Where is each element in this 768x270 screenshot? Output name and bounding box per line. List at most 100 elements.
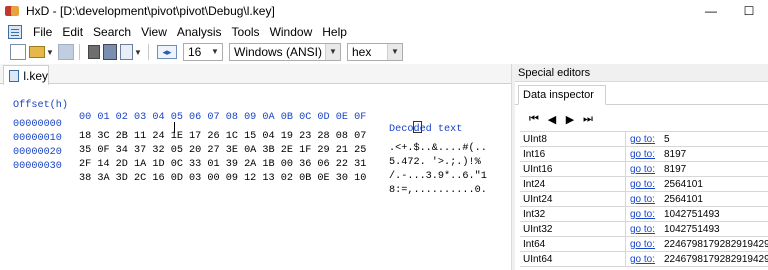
new-file-icon[interactable] (10, 44, 26, 60)
menu-edit[interactable]: Edit (57, 22, 88, 42)
type-name: UInt8 (523, 134, 547, 145)
column-divider (625, 207, 626, 222)
menu-help[interactable]: Help (317, 22, 352, 42)
table-row[interactable]: Int32 go to: 1042751493 (520, 207, 768, 222)
hex-editor-pane: l.key Offset(h) 00 01 02 03 04 05 06 07 … (0, 64, 511, 270)
bytes-per-row-select[interactable]: 16 ▼ (183, 43, 223, 61)
hex-row[interactable]: 00000000 18 3C 2B 11 24 1E 17 26 1C 15 0… (0, 107, 487, 154)
window-controls: — ☐ (692, 0, 768, 22)
data-inspector-table: UInt8 go to: 5 Int16 go to: 8197 UInt16 … (520, 131, 768, 267)
menu-search[interactable]: Search (88, 22, 136, 42)
open-dropdown-chevron-icon[interactable]: ▼ (46, 48, 55, 57)
type-value[interactable]: 2246798179282919429 (664, 252, 768, 267)
column-divider (625, 147, 626, 162)
type-value[interactable]: 2564101 (664, 177, 768, 192)
chevron-down-icon[interactable]: ▼ (325, 44, 340, 60)
goto-link[interactable]: go to: (630, 177, 660, 192)
save-icon[interactable] (58, 44, 74, 60)
type-value[interactable]: 2564101 (664, 192, 768, 207)
open-memory-icon[interactable] (103, 44, 117, 60)
open-disk-icon[interactable] (88, 45, 100, 59)
type-name: UInt16 (523, 164, 553, 175)
row-bytes[interactable]: 18 3C 2B 11 24 1E 17 26 1C 15 04 19 23 2… (79, 131, 379, 143)
goto-link[interactable]: go to: (630, 207, 660, 222)
table-row[interactable]: UInt32 go to: 1042751493 (520, 222, 768, 237)
document-menu-icon[interactable] (8, 25, 22, 39)
bytes-per-row-value: 16 (188, 45, 202, 59)
chevron-down-icon[interactable]: ▼ (387, 44, 402, 60)
row-bytes[interactable]: 35 0F 34 37 32 05 20 27 3E 0A 3B 2E 1F 2… (79, 145, 379, 157)
charset-value: Windows (ANSI) (234, 45, 323, 59)
table-row[interactable]: UInt16 go to: 8197 (520, 162, 768, 177)
type-value[interactable]: 8197 (664, 162, 768, 177)
row-decoded[interactable]: 8:=,..........0. (389, 185, 499, 197)
menu-view[interactable]: View (136, 22, 172, 42)
row-decoded[interactable]: .<+.$..&....#(.. (389, 143, 499, 155)
page-dropdown-chevron-icon[interactable]: ▼ (134, 48, 143, 57)
charset-select[interactable]: Windows (ANSI) ▼ (229, 43, 341, 61)
goto-link[interactable]: go to: (630, 192, 660, 207)
page-setup-icon[interactable] (120, 44, 133, 60)
menu-analysis[interactable]: Analysis (172, 22, 227, 42)
hex-header-row: Offset(h) 00 01 02 03 04 05 06 07 08 09 … (0, 88, 462, 135)
bytes-per-row-icon: ◂▸ (157, 45, 177, 59)
display-mode-value: hex (352, 45, 372, 59)
table-row[interactable]: UInt24 go to: 2564101 (520, 192, 768, 207)
toolbar-divider (79, 44, 80, 60)
type-value[interactable]: 1042751493 (664, 207, 768, 222)
hex-row[interactable]: 00000010 35 0F 34 37 32 05 20 27 3E 0A 3… (0, 121, 481, 168)
table-row[interactable]: UInt8 go to: 5 (520, 132, 768, 147)
first-icon[interactable]: ⏮ (525, 113, 543, 126)
chevron-down-icon[interactable]: ▼ (208, 44, 222, 60)
special-editors-header: Special editors (515, 64, 768, 82)
tab-data-inspector[interactable]: Data inspector (518, 85, 606, 105)
menu-tools[interactable]: Tools (227, 22, 265, 42)
display-mode-select[interactable]: hex ▼ (347, 43, 403, 61)
menu-window[interactable]: Window (265, 22, 318, 42)
next-icon[interactable]: ▶ (561, 113, 579, 126)
table-row[interactable]: Int24 go to: 2564101 (520, 177, 768, 192)
hxd-app-icon (4, 3, 20, 19)
row-bytes[interactable]: 38 3A 3D 2C 16 0D 03 00 09 12 13 02 0B 0… (79, 173, 379, 185)
hex-grid[interactable]: Offset(h) 00 01 02 03 04 05 06 07 08 09 … (0, 88, 487, 196)
inspector-nav: ⏮ ◀ ▶ ⏭ (525, 112, 597, 126)
maximize-button[interactable]: ☐ (730, 0, 768, 22)
type-name: Int32 (523, 209, 546, 220)
type-name: Int64 (523, 239, 546, 250)
previous-icon[interactable]: ◀ (543, 113, 561, 126)
column-divider (625, 222, 626, 237)
table-row[interactable]: UInt64 go to: 2246798179282919429 (520, 252, 768, 267)
hex-row[interactable]: 00000020 2F 14 2D 1A 1D 0C 33 01 39 2A 1… (0, 135, 487, 182)
toolbar-divider (148, 44, 149, 60)
menu-bar: File Edit Search View Analysis Tools Win… (0, 22, 768, 42)
table-row[interactable]: Int64 go to: 2246798179282919429 (520, 237, 768, 252)
open-folder-icon[interactable] (29, 46, 45, 58)
type-value[interactable]: 8197 (664, 147, 768, 162)
type-value[interactable]: 1042751493 (664, 222, 768, 237)
toolbar: ▼ ▼ ◂▸ 16 ▼ Windows (ANSI) ▼ hex ▼ (0, 42, 768, 62)
row-decoded[interactable]: 5.472. '>.;.)!% (389, 157, 499, 169)
column-divider (625, 192, 626, 207)
last-icon[interactable]: ⏭ (579, 113, 597, 126)
goto-link[interactable]: go to: (630, 132, 660, 147)
goto-link[interactable]: go to: (630, 147, 660, 162)
hex-caret (174, 122, 175, 133)
document-icon (9, 69, 20, 82)
table-row[interactable]: Int16 go to: 8197 (520, 147, 768, 162)
menu-file[interactable]: File (28, 22, 57, 42)
column-divider (625, 177, 626, 192)
type-value[interactable]: 2246798179282919429 (664, 237, 768, 252)
goto-link[interactable]: go to: (630, 252, 660, 267)
goto-link[interactable]: go to: (630, 222, 660, 237)
tab-document[interactable]: l.key (3, 65, 49, 85)
hex-row[interactable]: 00000030 38 3A 3D 2C 16 0D 03 00 09 12 1… (0, 149, 487, 196)
title-bar: HxD - [D:\development\pivot\pivot\Debug\… (0, 0, 768, 22)
goto-link[interactable]: go to: (630, 162, 660, 177)
column-divider (625, 162, 626, 177)
type-value[interactable]: 5 (664, 132, 768, 147)
minimize-button[interactable]: — (692, 0, 730, 22)
row-decoded[interactable]: /.-...3.9*..6."1 (389, 171, 499, 183)
goto-link[interactable]: go to: (630, 237, 660, 252)
column-divider (625, 237, 626, 252)
row-bytes[interactable]: 2F 14 2D 1A 1D 0C 33 01 39 2A 1B 00 36 0… (79, 159, 379, 171)
